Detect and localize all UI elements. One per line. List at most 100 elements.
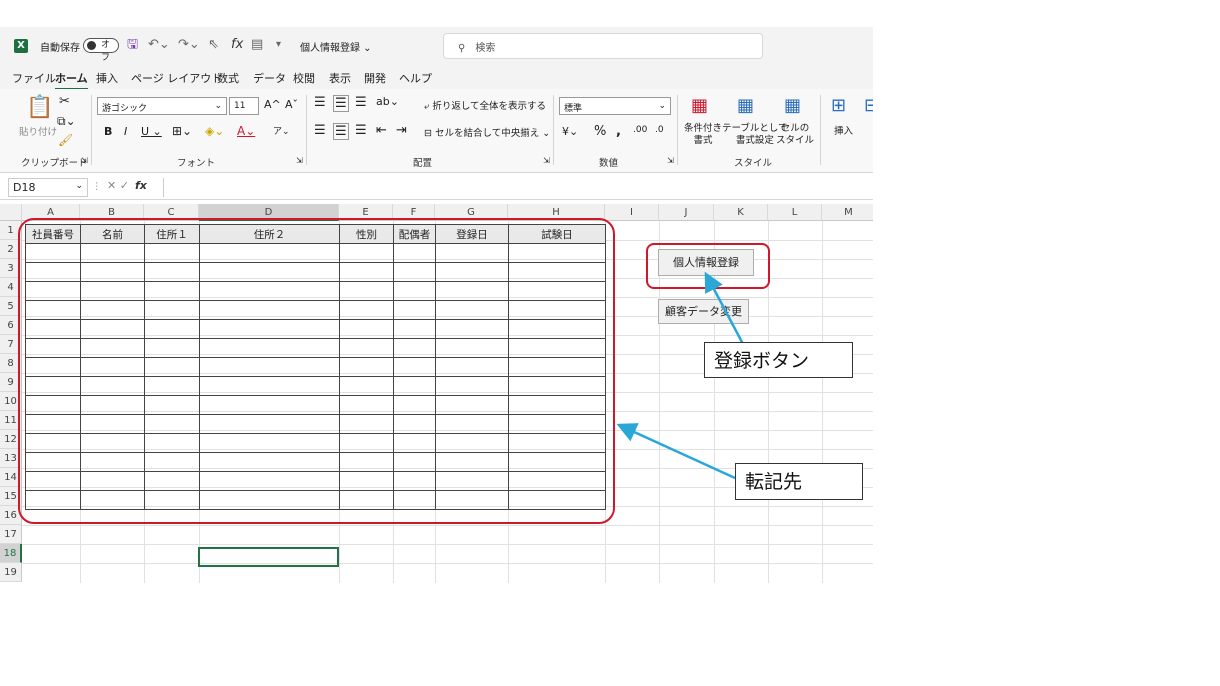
merge-center-label: セルを結合して中央揃え <box>434 128 540 139</box>
function-icon[interactable]: fx <box>231 36 243 54</box>
cut-icon[interactable]: ✂ <box>59 94 70 109</box>
align-top-icon[interactable]: ☰ <box>314 95 326 110</box>
tab-home[interactable]: ホーム <box>55 70 88 90</box>
row-header[interactable]: 17 <box>0 525 22 544</box>
column-header[interactable]: L <box>768 204 822 221</box>
insert-cells-icon[interactable]: ⊞ <box>831 95 846 116</box>
chevron-down-icon: ⌄ <box>658 101 666 111</box>
destination-callout: 転記先 <box>735 463 863 500</box>
insert-cells-label[interactable]: 挿入 <box>834 123 853 137</box>
search-box[interactable]: ⚲ 検索 <box>443 33 763 59</box>
italic-icon[interactable]: I <box>124 125 127 138</box>
select-all-corner[interactable] <box>0 204 22 221</box>
group-label-styles: スタイル <box>734 158 773 169</box>
document-title[interactable]: 個人情報登録 ⌄ <box>300 39 372 54</box>
enter-icon[interactable]: ✓ <box>120 179 129 192</box>
increase-font-icon[interactable]: A^ <box>264 98 281 111</box>
dialog-launcher-icon[interactable]: ⇲ <box>296 156 303 165</box>
tab-data[interactable]: データ <box>253 70 286 86</box>
align-middle-icon[interactable]: ☰ <box>333 95 349 112</box>
cell-styles-icon[interactable]: ▦ <box>784 95 801 116</box>
delete-cells-icon[interactable]: ⊟ <box>864 95 873 116</box>
redo-icon[interactable]: ↷⌄ <box>178 36 200 54</box>
increase-indent-icon[interactable]: ⇥ <box>396 123 407 138</box>
qat-customize-icon[interactable]: ▾ <box>276 36 281 54</box>
row-header[interactable]: 18 <box>0 544 22 563</box>
pointer-icon[interactable]: ⇖ <box>208 36 219 54</box>
column-header[interactable]: J <box>659 204 714 221</box>
gridline <box>822 221 823 583</box>
ribbon: 📋 貼り付け ✂ ⧉⌄ 🖌 クリップボード ⇲ 游ゴシック ⌄ 11 A^ Aˇ … <box>0 89 873 173</box>
column-header[interactable]: K <box>714 204 768 221</box>
font-size-select[interactable]: 11 <box>229 97 259 115</box>
conditional-format-icon[interactable]: ▦ <box>691 95 708 116</box>
comma-icon[interactable]: , <box>616 124 621 139</box>
destination-highlight <box>18 218 615 524</box>
increase-decimal-icon[interactable]: .00 <box>633 125 647 135</box>
conditional-format-label[interactable]: 条件付き 書式 <box>684 123 722 147</box>
ribbon-tabs: ファイル ホーム 挿入 ページ レイアウト 数式 データ 校閲 表示 開発 ヘル… <box>0 65 873 90</box>
cell-styles-label[interactable]: セルの スタイル <box>776 123 814 147</box>
insert-function-icon[interactable]: fx <box>135 179 147 192</box>
orientation-icon[interactable]: ab⌄ <box>376 95 399 108</box>
phonetic-icon[interactable]: ア⌄ <box>273 124 290 137</box>
paste-label[interactable]: 貼り付け <box>19 124 57 138</box>
dialog-launcher-icon[interactable]: ⇲ <box>81 156 88 165</box>
number-format-select[interactable]: 標準 ⌄ <box>559 97 671 115</box>
decrease-decimal-icon[interactable]: .0 <box>655 125 664 135</box>
formula-controls: ✕ ✓ fx <box>107 179 147 192</box>
search-icon: ⚲ <box>458 43 466 54</box>
form-icon[interactable]: ▤ <box>251 36 263 54</box>
autosave-label: 自動保存 <box>40 43 80 54</box>
decrease-indent-icon[interactable]: ⇤ <box>376 123 387 138</box>
tab-help[interactable]: ヘルプ <box>399 70 432 86</box>
paste-icon[interactable]: 📋 <box>26 95 53 120</box>
tab-developer[interactable]: 開発 <box>364 70 386 86</box>
tab-file[interactable]: ファイル <box>12 70 56 86</box>
tab-insert[interactable]: 挿入 <box>96 70 118 86</box>
dialog-launcher-icon[interactable]: ⇲ <box>667 156 674 165</box>
copy-icon[interactable]: ⧉⌄ <box>57 114 76 129</box>
row-header[interactable]: 19 <box>0 563 22 582</box>
align-right-icon[interactable]: ☰ <box>355 123 367 138</box>
excel-logo-icon: X <box>14 39 28 53</box>
separator <box>677 95 678 165</box>
more-icon: ⋮ <box>92 181 102 192</box>
undo-icon[interactable]: ↶⌄ <box>148 36 170 54</box>
change-customer-data-button[interactable]: 顧客データ変更 <box>658 299 749 324</box>
align-left-icon[interactable]: ☰ <box>314 123 326 138</box>
column-header[interactable]: I <box>605 204 659 221</box>
formula-input[interactable] <box>163 178 873 197</box>
percent-icon[interactable]: % <box>594 124 606 139</box>
save-icon[interactable]: 🖫 <box>127 36 138 54</box>
align-bottom-icon[interactable]: ☰ <box>355 95 367 110</box>
separator <box>820 95 821 165</box>
decrease-font-icon[interactable]: Aˇ <box>285 98 298 111</box>
column-header[interactable]: M <box>822 204 873 221</box>
format-as-table-icon[interactable]: ▦ <box>737 95 754 116</box>
currency-icon[interactable]: ¥⌄ <box>562 125 578 138</box>
align-center-icon[interactable]: ☰ <box>333 123 349 140</box>
fill-color-icon[interactable]: ◈⌄ <box>205 124 224 138</box>
merge-center-button[interactable]: ⊟ セルを結合して中央揃え ⌄ <box>424 125 550 139</box>
tab-review[interactable]: 校閲 <box>293 70 315 86</box>
font-color-icon[interactable]: A⌄ <box>237 124 255 138</box>
borders-icon[interactable]: ⊞⌄ <box>172 124 192 138</box>
chevron-down-icon: ⌄ <box>214 101 222 111</box>
cancel-icon[interactable]: ✕ <box>107 179 116 192</box>
separator <box>91 95 92 165</box>
format-painter-icon[interactable]: 🖌 <box>58 133 73 147</box>
dialog-launcher-icon[interactable]: ⇲ <box>543 156 550 165</box>
wrap-text-button[interactable]: ⤶ 折り返して全体を表示する <box>424 98 546 112</box>
font-name-select[interactable]: 游ゴシック ⌄ <box>97 97 227 115</box>
tab-page-layout[interactable]: ページ レイアウト <box>131 70 222 86</box>
autosave-toggle[interactable]: オフ <box>83 38 119 63</box>
underline-icon[interactable]: U ⌄ <box>141 125 162 138</box>
tab-view[interactable]: 表示 <box>329 70 351 86</box>
tab-formulas[interactable]: 数式 <box>217 70 239 86</box>
name-box[interactable]: D18 ⌄ <box>8 178 88 197</box>
group-label-clipboard: クリップボード <box>21 158 88 169</box>
bold-icon[interactable]: B <box>104 125 112 138</box>
number-format-value: 標準 <box>564 104 583 114</box>
active-cell-d18[interactable] <box>198 547 339 567</box>
